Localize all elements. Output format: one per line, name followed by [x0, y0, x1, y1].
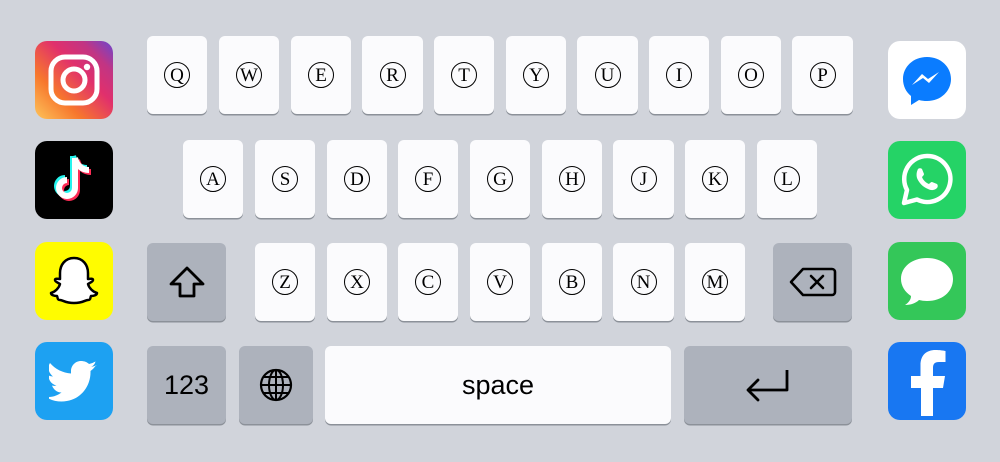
- globe-icon: [259, 368, 293, 402]
- return-key[interactable]: [684, 346, 852, 424]
- key-h[interactable]: H: [542, 140, 602, 218]
- key-n[interactable]: N: [613, 243, 674, 321]
- key-label: R: [379, 62, 406, 88]
- key-label: D: [344, 166, 370, 192]
- key-i[interactable]: I: [649, 36, 709, 114]
- key-r[interactable]: R: [362, 36, 423, 114]
- key-z[interactable]: Z: [255, 243, 315, 321]
- key-label: I: [666, 62, 692, 88]
- key-label: L: [774, 166, 800, 192]
- key-j[interactable]: J: [613, 140, 674, 218]
- key-p[interactable]: P: [792, 36, 853, 114]
- key-a[interactable]: A: [183, 140, 243, 218]
- key-e[interactable]: E: [291, 36, 351, 114]
- whatsapp-icon[interactable]: [888, 141, 966, 219]
- backspace-key[interactable]: [773, 243, 852, 321]
- key-label: T: [451, 62, 477, 88]
- space-key-label: space: [461, 369, 535, 400]
- tiktok-icon[interactable]: [35, 141, 113, 219]
- key-label: E: [308, 62, 334, 88]
- key-w[interactable]: W: [219, 36, 279, 114]
- key-q[interactable]: Q: [147, 36, 207, 114]
- twitter-icon[interactable]: [35, 342, 113, 420]
- key-b[interactable]: B: [542, 243, 602, 321]
- snapchat-icon[interactable]: [35, 242, 113, 320]
- key-s[interactable]: S: [255, 140, 315, 218]
- key-label: V: [487, 269, 513, 295]
- key-label: M: [702, 269, 728, 295]
- key-x[interactable]: X: [327, 243, 387, 321]
- key-g[interactable]: G: [470, 140, 530, 218]
- facebook-icon[interactable]: [888, 342, 966, 420]
- instagram-icon[interactable]: [35, 41, 113, 119]
- key-y[interactable]: Y: [506, 36, 566, 114]
- key-label: A: [200, 166, 226, 192]
- backspace-icon: [789, 267, 836, 297]
- key-label: J: [630, 166, 657, 192]
- key-label: Z: [272, 269, 298, 295]
- key-label: B: [559, 269, 585, 295]
- key-m[interactable]: M: [685, 243, 745, 321]
- key-c[interactable]: C: [398, 243, 458, 321]
- messages-icon[interactable]: [888, 242, 966, 320]
- globe-key[interactable]: [239, 346, 313, 424]
- key-label: W: [236, 62, 262, 88]
- key-label: K: [702, 166, 728, 192]
- key-d[interactable]: D: [327, 140, 387, 218]
- space-key[interactable]: space: [325, 346, 671, 424]
- key-v[interactable]: V: [470, 243, 530, 321]
- key-label: H: [559, 166, 585, 192]
- key-label: Y: [523, 62, 549, 88]
- key-t[interactable]: T: [434, 36, 494, 114]
- key-label: P: [809, 62, 836, 88]
- key-o[interactable]: O: [721, 36, 781, 114]
- shift-key[interactable]: [147, 243, 226, 321]
- key-f[interactable]: F: [398, 140, 458, 218]
- key-label: Q: [164, 62, 190, 88]
- return-icon: [746, 370, 789, 402]
- key-k[interactable]: K: [685, 140, 745, 218]
- key-label: N: [630, 269, 657, 295]
- key-label: G: [487, 166, 513, 192]
- key-label: C: [415, 269, 441, 295]
- numbers-key[interactable]: 123: [147, 346, 226, 424]
- shift-icon: [169, 266, 204, 298]
- key-label: S: [272, 166, 298, 192]
- key-l[interactable]: L: [757, 140, 817, 218]
- key-u[interactable]: U: [577, 36, 638, 114]
- key-label: F: [415, 166, 441, 192]
- numbers-key-label: 123: [163, 369, 210, 400]
- key-label: U: [594, 62, 621, 88]
- key-label: O: [738, 62, 764, 88]
- key-label: X: [344, 269, 370, 295]
- messenger-icon[interactable]: [888, 41, 966, 119]
